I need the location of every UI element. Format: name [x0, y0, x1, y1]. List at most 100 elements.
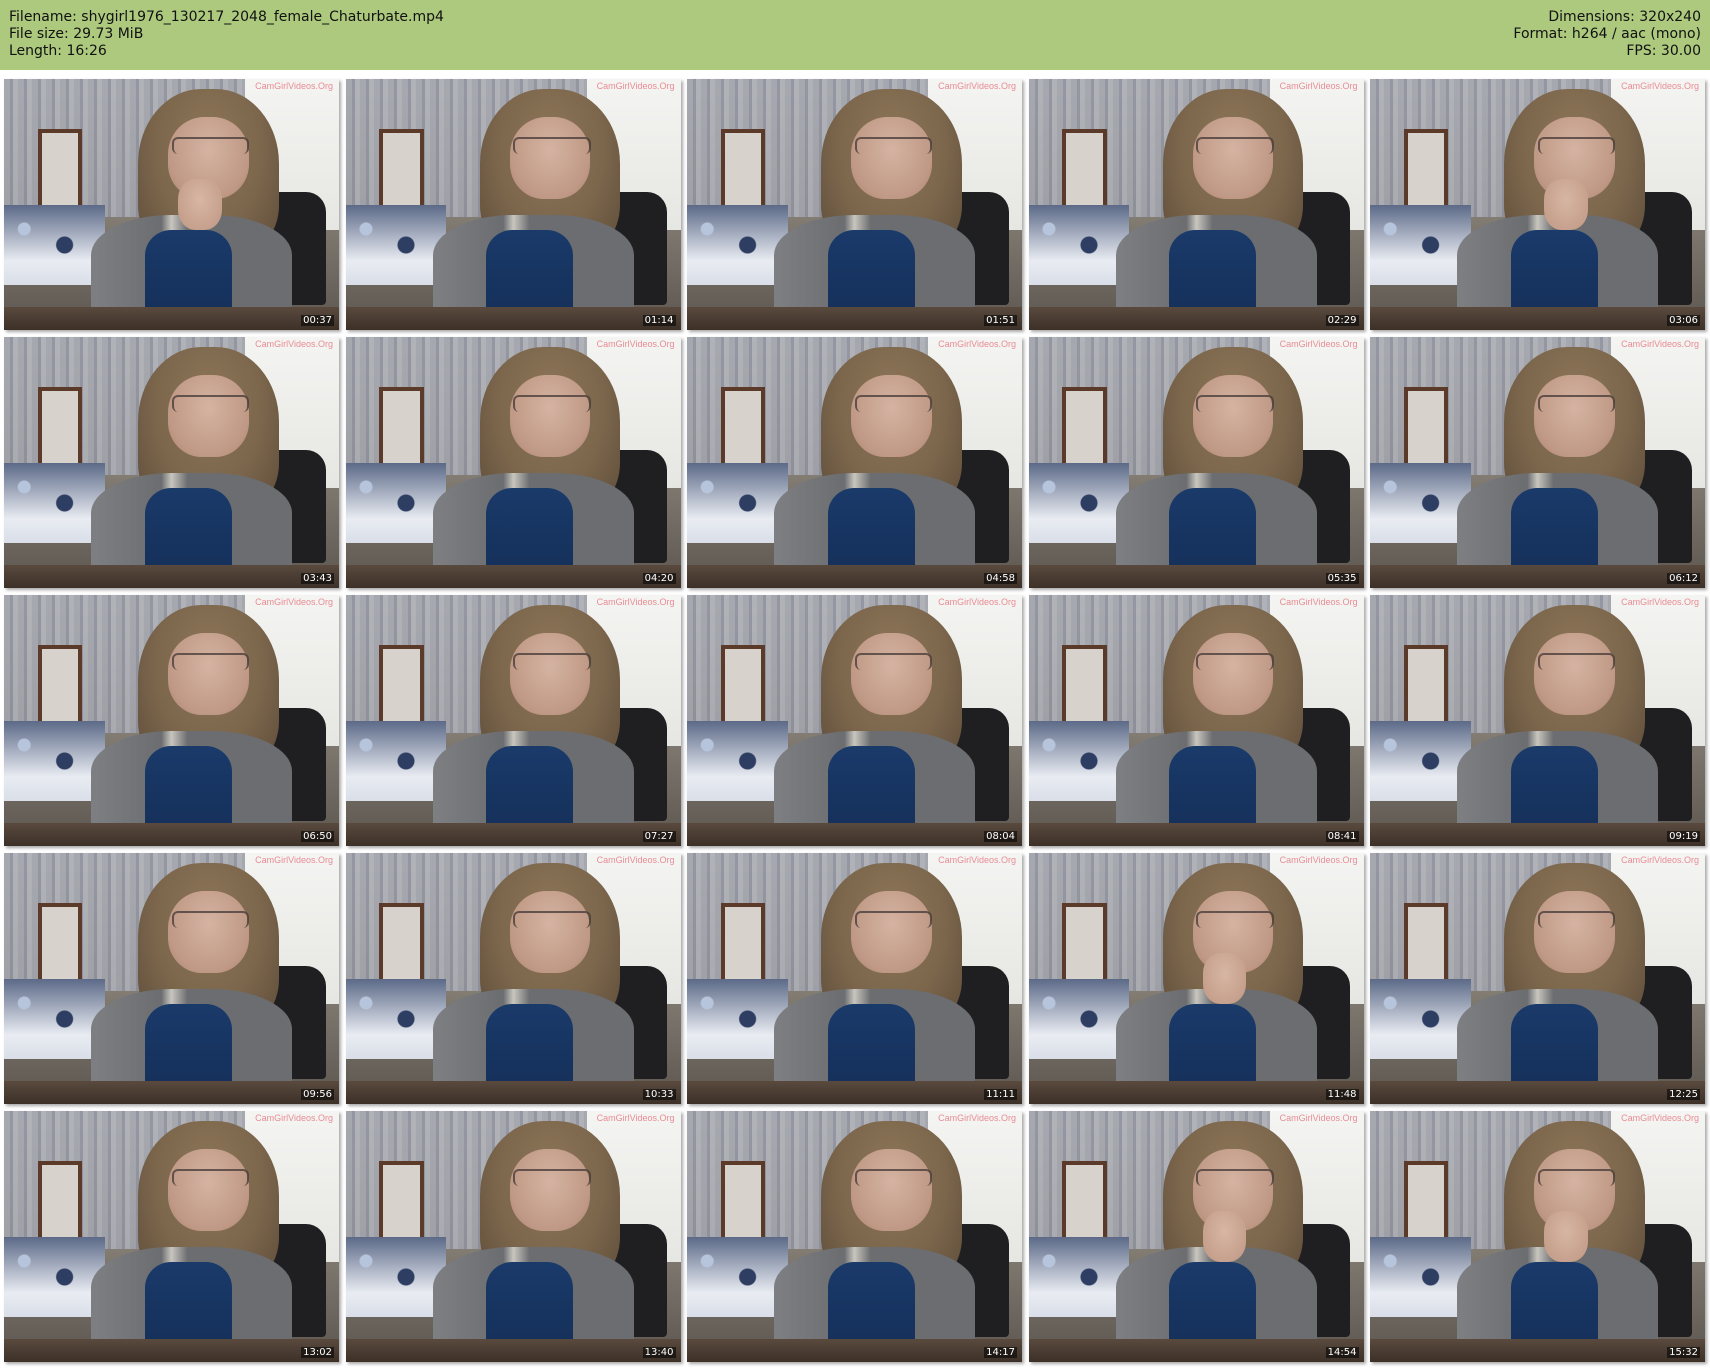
video-thumbnail: CamGirlVideos.Org 06:50 [4, 595, 339, 846]
thumbnail-door [379, 1161, 424, 1245]
thumbnail-timestamp: 11:48 [1325, 1089, 1359, 1100]
thumbnail-shirt [144, 745, 232, 831]
watermark-logo: CamGirlVideos.Org [596, 339, 675, 349]
video-thumbnail: CamGirlVideos.Org 13:02 [4, 1111, 339, 1362]
thumbnail-timestamp: 11:11 [984, 1089, 1017, 1100]
watermark-logo: CamGirlVideos.Org [938, 597, 1016, 607]
watermark-logo: CamGirlVideos.Org [596, 1113, 675, 1123]
thumbnail-timestamp: 08:04 [984, 831, 1017, 842]
thumbnail-timestamp: 10:33 [642, 1089, 676, 1100]
thumbnail-desk [687, 1339, 1022, 1362]
thumbnail-shirt [1510, 745, 1598, 831]
thumbnail-shirt [486, 745, 574, 831]
thumbnail-timestamp: 09:56 [301, 1089, 334, 1100]
thumbnail-glasses [854, 910, 933, 928]
video-thumbnail: CamGirlVideos.Org 14:54 [1028, 1111, 1364, 1362]
thumbnail-timestamp: 00:37 [301, 315, 334, 326]
thumbnail-bed [345, 204, 446, 285]
video-thumbnail: CamGirlVideos.Org 02:29 [1028, 79, 1364, 330]
thumbnail-face [168, 632, 249, 716]
thumbnail-desk [4, 823, 339, 846]
thumbnail-timestamp: 05:35 [1325, 573, 1359, 584]
thumbnail-shirt [144, 229, 232, 315]
thumbnail-shirt [486, 1003, 574, 1089]
thumbnail-timestamp: 13:40 [642, 1347, 676, 1358]
thumbnail-hand [1202, 1211, 1247, 1262]
thumbnail-door [1062, 387, 1107, 471]
watermark-logo: CamGirlVideos.Org [255, 1113, 333, 1123]
thumbnail-bed [1028, 720, 1129, 801]
thumbnail-face [509, 890, 591, 974]
thumbnail-bed [687, 720, 788, 801]
thumbnail-door [37, 645, 83, 729]
video-thumbnail: CamGirlVideos.Org 15:32 [1370, 1111, 1705, 1362]
thumbnail-bed [687, 204, 788, 285]
thumbnail-door [720, 387, 766, 471]
thumbnail-bed [345, 462, 446, 543]
thumbnail-face [1534, 632, 1615, 716]
thumbnail-desk [4, 565, 339, 588]
thumbnail-face [851, 374, 932, 458]
thumbnail-shirt [1510, 1003, 1598, 1089]
thumbnail-door [37, 387, 83, 471]
thumbnail-desk [4, 307, 339, 330]
thumbnail-glasses [854, 652, 933, 670]
thumbnail-timestamp: 08:41 [1325, 831, 1359, 842]
watermark-logo: CamGirlVideos.Org [938, 339, 1016, 349]
video-thumbnail: CamGirlVideos.Org 09:56 [4, 853, 339, 1104]
thumbnail-face [851, 116, 932, 200]
thumbnail-glasses [513, 394, 591, 412]
thumbnail-bed [1370, 720, 1471, 801]
thumbnail-face [509, 632, 591, 716]
video-thumbnail: CamGirlVideos.Org 05:35 [1028, 337, 1364, 588]
video-thumbnail: CamGirlVideos.Org 06:12 [1370, 337, 1705, 588]
thumbnail-glasses [854, 394, 933, 412]
thumbnail-hand [178, 179, 222, 230]
format-text: Format: h264 / aac (mono) [1513, 26, 1701, 42]
video-thumbnail: CamGirlVideos.Org 08:04 [687, 595, 1022, 846]
thumbnail-glasses [513, 652, 591, 670]
thumbnail-shirt [1510, 1261, 1598, 1347]
thumbnail-glasses [1537, 652, 1616, 670]
thumbnail-door [720, 1161, 766, 1245]
thumbnail-shirt [144, 1261, 232, 1347]
file-info-right: Dimensions: 320x240 Format: h264 / aac (… [1513, 9, 1701, 60]
thumbnail-door [1403, 129, 1449, 213]
thumbnail-shirt [827, 1003, 915, 1089]
thumbnail-bed [687, 1236, 788, 1317]
watermark-logo: CamGirlVideos.Org [255, 855, 333, 865]
thumbnail-door [720, 129, 766, 213]
thumbnail-desk [4, 1339, 339, 1362]
video-thumbnail: CamGirlVideos.Org 11:11 [687, 853, 1022, 1104]
thumbnail-bed [4, 978, 105, 1059]
thumbnail-shirt [827, 229, 915, 315]
watermark-logo: CamGirlVideos.Org [1279, 1113, 1358, 1123]
thumbnail-timestamp: 14:17 [984, 1347, 1017, 1358]
thumbnail-shirt [1169, 487, 1257, 573]
thumbnail-face [168, 374, 249, 458]
thumbnail-timestamp: 03:43 [301, 573, 334, 584]
thumbnail-bed [1370, 1236, 1471, 1317]
thumbnail-timestamp: 13:02 [301, 1347, 334, 1358]
watermark-logo: CamGirlVideos.Org [255, 597, 333, 607]
thumbnail-face [851, 890, 932, 974]
thumbnail-glasses [1196, 394, 1274, 412]
thumbnail-timestamp: 12:25 [1667, 1089, 1700, 1100]
thumbnail-face [1192, 116, 1274, 200]
watermark-logo: CamGirlVideos.Org [1621, 597, 1699, 607]
dimensions-text: Dimensions: 320x240 [1548, 9, 1701, 25]
video-thumbnail: CamGirlVideos.Org 10:33 [345, 853, 681, 1104]
thumbnail-shirt [486, 229, 574, 315]
watermark-logo: CamGirlVideos.Org [1279, 339, 1358, 349]
watermark-logo: CamGirlVideos.Org [1621, 855, 1699, 865]
watermark-logo: CamGirlVideos.Org [1279, 855, 1358, 865]
thumbnail-desk [345, 307, 681, 330]
thumbnail-timestamp: 01:14 [642, 315, 676, 326]
thumbnail-glasses [1537, 136, 1616, 154]
video-thumbnail: CamGirlVideos.Org 09:19 [1370, 595, 1705, 846]
thumbnail-glasses [854, 1168, 933, 1186]
thumbnail-glasses [1537, 910, 1616, 928]
thumbnail-bed [1028, 204, 1129, 285]
thumbnail-shirt [827, 1261, 915, 1347]
thumbnail-door [720, 645, 766, 729]
